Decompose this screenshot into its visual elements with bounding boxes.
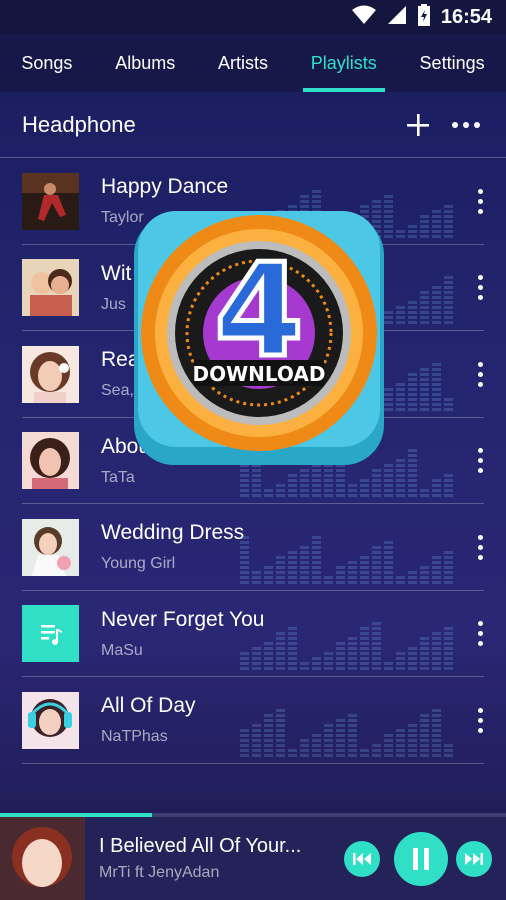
tab-settings[interactable]: Settings bbox=[416, 34, 489, 92]
playlist-title: Headphone bbox=[22, 111, 136, 137]
more-icon[interactable] bbox=[470, 441, 490, 481]
music-note-icon bbox=[22, 605, 79, 663]
more-options-button[interactable] bbox=[446, 105, 486, 145]
status-bar: 16:54 bbox=[0, 0, 506, 34]
more-icon[interactable] bbox=[470, 614, 490, 654]
more-icon[interactable] bbox=[470, 268, 490, 308]
album-art bbox=[22, 518, 79, 576]
equalizer-decoration bbox=[240, 622, 453, 670]
more-icon bbox=[452, 121, 480, 128]
equalizer-decoration bbox=[240, 535, 453, 584]
tab-playlists[interactable]: Playlists bbox=[302, 34, 385, 92]
playlist-header: Headphone bbox=[0, 92, 506, 158]
tab-songs[interactable]: Songs bbox=[17, 34, 76, 92]
add-icon bbox=[407, 113, 429, 136]
album-art bbox=[22, 605, 79, 663]
list-item[interactable]: Never Forget You MaSu bbox=[0, 591, 506, 678]
album-art bbox=[22, 691, 79, 749]
wifi-icon bbox=[351, 5, 377, 30]
clock: 16:54 bbox=[440, 5, 492, 28]
album-art bbox=[22, 259, 79, 317]
tab-albums[interactable]: Albums bbox=[111, 34, 179, 92]
more-icon[interactable] bbox=[470, 354, 490, 394]
album-art bbox=[22, 432, 79, 490]
previous-icon bbox=[353, 852, 371, 865]
logo-text: DOWNLOAD bbox=[193, 362, 326, 386]
signal-icon bbox=[387, 5, 407, 30]
now-playing-art bbox=[0, 817, 85, 900]
tab-bar: Songs Albums Artists Playlists Settings bbox=[0, 34, 506, 92]
album-art bbox=[22, 345, 79, 403]
more-icon[interactable] bbox=[470, 700, 490, 740]
equalizer-decoration bbox=[240, 708, 453, 757]
now-playing-artist: MrTi ft JenyAdan bbox=[99, 864, 220, 881]
pause-button[interactable] bbox=[394, 831, 448, 886]
list-item[interactable]: All Of Day NaTPhas bbox=[0, 677, 506, 764]
album-art bbox=[22, 172, 79, 230]
battery-icon bbox=[417, 3, 431, 31]
next-button[interactable] bbox=[456, 840, 492, 877]
add-button[interactable] bbox=[398, 105, 438, 145]
mini-player[interactable]: I Believed All Of Your... MrTi ft JenyAd… bbox=[0, 817, 506, 900]
pause-icon bbox=[413, 847, 429, 870]
previous-button[interactable] bbox=[344, 840, 380, 877]
more-icon[interactable] bbox=[470, 527, 490, 567]
download-logo: 4 DOWNLOAD bbox=[128, 205, 390, 467]
tab-artists[interactable]: Artists bbox=[214, 34, 272, 92]
more-icon[interactable] bbox=[470, 181, 490, 221]
now-playing-title: I Believed All Of Your... bbox=[99, 835, 302, 857]
next-icon bbox=[465, 852, 483, 865]
list-item[interactable]: Wedding Dress Young Girl bbox=[0, 504, 506, 591]
